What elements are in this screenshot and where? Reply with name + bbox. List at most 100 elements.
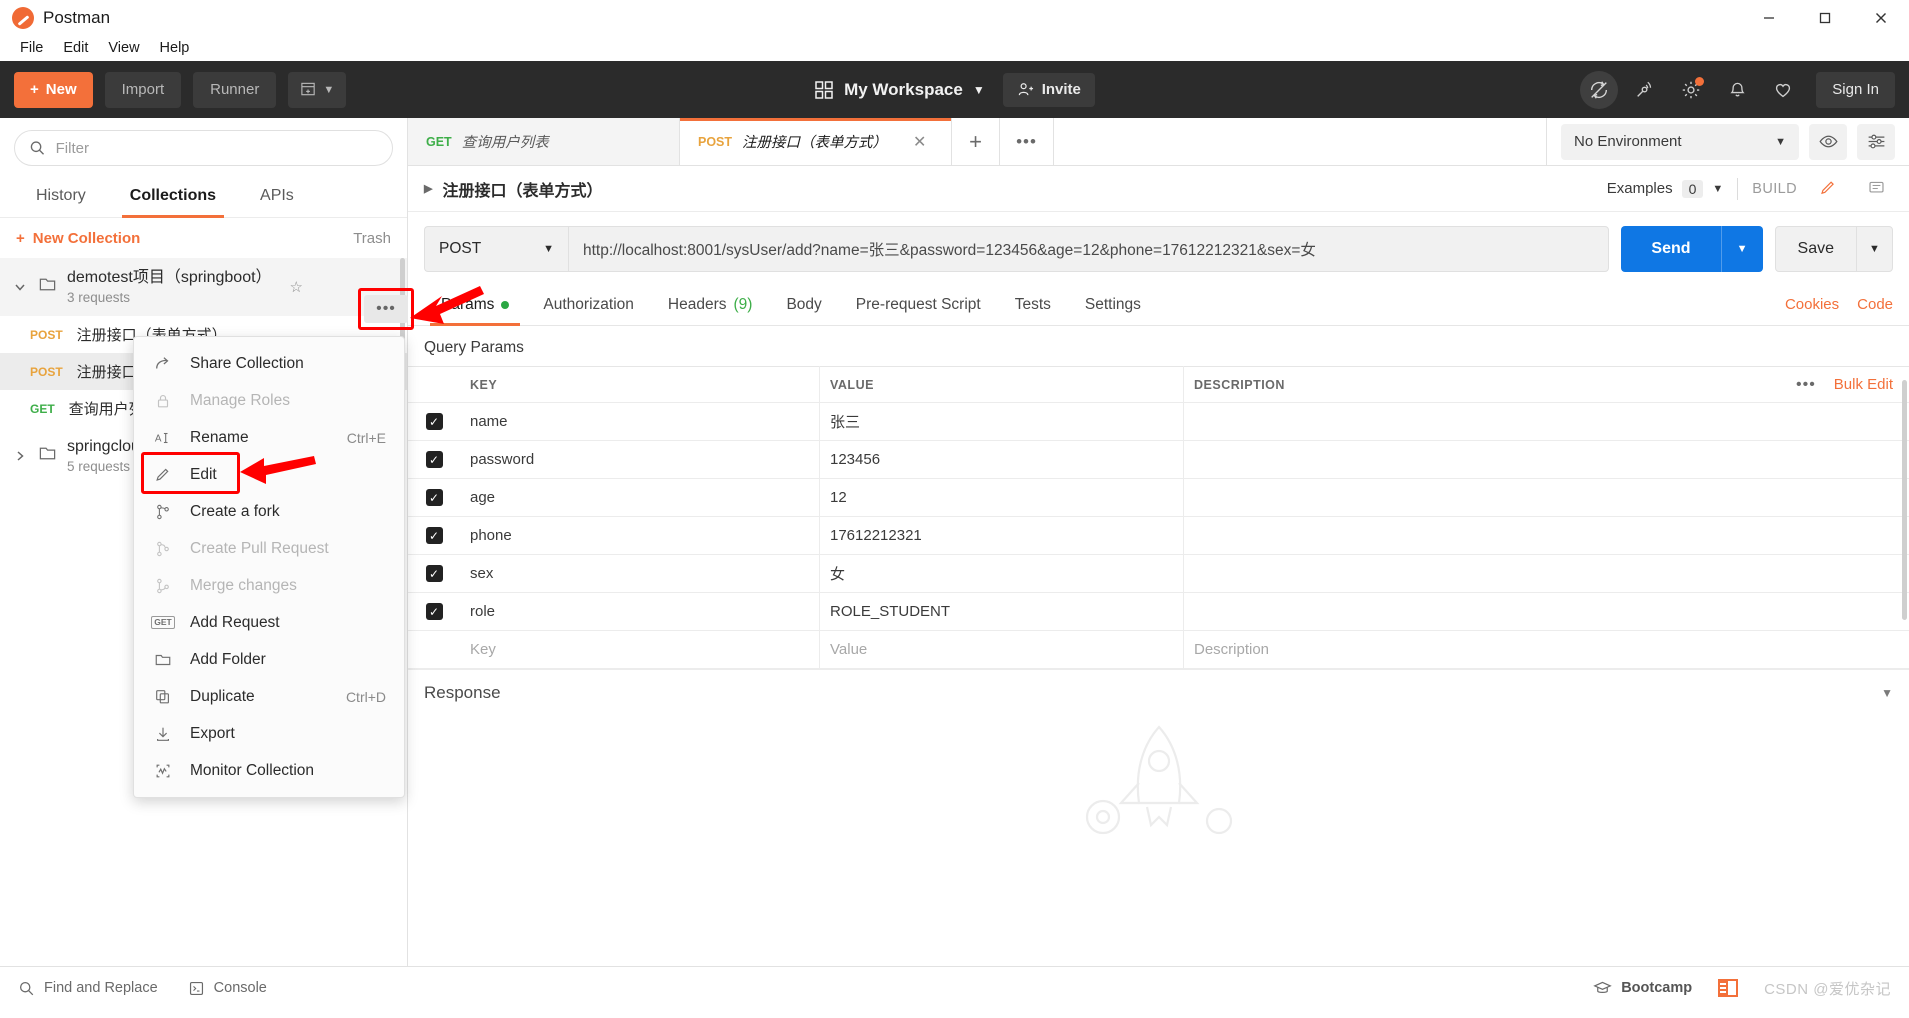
- checkbox-checked-icon[interactable]: ✓: [425, 451, 443, 468]
- build-label[interactable]: BUILD: [1752, 181, 1797, 197]
- param-description[interactable]: [1184, 593, 1909, 631]
- close-icon[interactable]: ✕: [913, 132, 926, 152]
- save-button[interactable]: Save ▼: [1774, 226, 1893, 272]
- param-description[interactable]: [1184, 517, 1909, 555]
- edit-pencil-icon[interactable]: [1811, 173, 1845, 205]
- row-checkbox-cell[interactable]: ✓: [408, 565, 460, 582]
- param-value[interactable]: 17612212321: [820, 516, 1184, 555]
- param-key[interactable]: phone: [460, 516, 820, 555]
- param-value[interactable]: 123456: [820, 440, 1184, 479]
- context-menu-item-rename[interactable]: A Rename Ctrl+E: [134, 419, 404, 456]
- chevron-right-icon[interactable]: [12, 449, 28, 463]
- invite-button[interactable]: Invite: [1002, 72, 1095, 107]
- console-button[interactable]: Console: [188, 980, 267, 997]
- search-input[interactable]: [55, 139, 378, 157]
- param-description-placeholder[interactable]: Description: [1184, 631, 1909, 669]
- param-key-placeholder[interactable]: Key: [460, 630, 820, 669]
- tab-authorization[interactable]: Authorization: [526, 284, 650, 326]
- new-collection-button[interactable]: + New Collection: [16, 230, 140, 247]
- main-scrollbar[interactable]: [1902, 380, 1907, 620]
- sidebar-tab-history[interactable]: History: [14, 174, 108, 218]
- param-key[interactable]: age: [460, 478, 820, 517]
- examples-selector[interactable]: Examples 0 ▼: [1607, 179, 1723, 198]
- table-row[interactable]: ✓ phone 17612212321: [408, 516, 1909, 555]
- add-tab-button[interactable]: +: [952, 118, 1000, 165]
- param-value[interactable]: 张三: [820, 402, 1184, 441]
- menu-file[interactable]: File: [10, 38, 53, 58]
- row-checkbox-cell[interactable]: ✓: [408, 527, 460, 544]
- param-description[interactable]: [1184, 441, 1909, 479]
- environment-selector[interactable]: No Environment ▼: [1561, 123, 1799, 160]
- context-menu-item-duplicate[interactable]: Duplicate Ctrl+D: [134, 678, 404, 715]
- tab-body[interactable]: Body: [769, 284, 838, 326]
- bulk-edit-link[interactable]: Bulk Edit: [1834, 376, 1893, 393]
- param-key[interactable]: name: [460, 402, 820, 441]
- filter-box[interactable]: [14, 130, 393, 166]
- menu-edit[interactable]: Edit: [53, 38, 98, 58]
- row-checkbox-cell[interactable]: ✓: [408, 451, 460, 468]
- tab-tests[interactable]: Tests: [998, 284, 1068, 326]
- cookies-link[interactable]: Cookies: [1785, 296, 1839, 313]
- sidebar-tab-apis[interactable]: APIs: [238, 174, 316, 218]
- checkbox-checked-icon[interactable]: ✓: [425, 603, 443, 620]
- trash-link[interactable]: Trash: [353, 230, 391, 247]
- table-row-empty[interactable]: Key Value Description: [408, 630, 1909, 669]
- menu-help[interactable]: Help: [150, 38, 200, 58]
- heart-icon[interactable]: [1764, 71, 1802, 109]
- context-menu-item-create-a-fork[interactable]: Create a fork: [134, 493, 404, 530]
- sidebar-tab-collections[interactable]: Collections: [108, 174, 238, 218]
- table-row[interactable]: ✓ sex 女: [408, 554, 1909, 593]
- param-key[interactable]: password: [460, 440, 820, 479]
- chevron-down-icon[interactable]: ▼: [1720, 226, 1763, 272]
- request-tab-get[interactable]: GET 查询用户列表: [408, 118, 680, 165]
- param-value[interactable]: 12: [820, 478, 1184, 517]
- param-value-placeholder[interactable]: Value: [820, 630, 1184, 669]
- bell-icon[interactable]: [1718, 71, 1756, 109]
- menu-view[interactable]: View: [98, 38, 149, 58]
- minimize-icon[interactable]: [1741, 0, 1797, 35]
- table-more-button[interactable]: •••: [1796, 376, 1816, 394]
- context-menu-item-add-request[interactable]: GET Add Request: [134, 604, 404, 641]
- close-icon[interactable]: [1853, 0, 1909, 35]
- method-selector[interactable]: POST ▼: [424, 226, 568, 272]
- table-row[interactable]: ✓ role ROLE_STUDENT: [408, 592, 1909, 631]
- param-description[interactable]: [1184, 403, 1909, 441]
- param-description[interactable]: [1184, 479, 1909, 517]
- row-checkbox-cell[interactable]: ✓: [408, 603, 460, 620]
- context-menu-item-add-folder[interactable]: Add Folder: [134, 641, 404, 678]
- maximize-icon[interactable]: [1797, 0, 1853, 35]
- table-row[interactable]: ✓ age 12: [408, 478, 1909, 517]
- find-and-replace-button[interactable]: Find and Replace: [18, 980, 158, 997]
- star-icon[interactable]: ☆: [290, 278, 303, 296]
- tab-pre-request-script[interactable]: Pre-request Script: [839, 284, 998, 326]
- row-checkbox-cell[interactable]: ✓: [408, 413, 460, 430]
- code-link[interactable]: Code: [1857, 296, 1893, 313]
- collection-item-demotest[interactable]: demotest项目（springboot） 3 requests ☆: [0, 258, 407, 316]
- tab-settings[interactable]: Settings: [1068, 284, 1158, 326]
- checkbox-checked-icon[interactable]: ✓: [425, 489, 443, 506]
- new-button[interactable]: + New: [14, 71, 93, 108]
- two-pane-icon[interactable]: [1718, 979, 1739, 997]
- comment-icon[interactable]: [1859, 173, 1893, 205]
- signin-button[interactable]: Sign In: [1816, 71, 1895, 108]
- tab-more-button[interactable]: •••: [1000, 118, 1054, 165]
- import-button[interactable]: Import: [104, 71, 182, 108]
- param-key[interactable]: role: [460, 592, 820, 631]
- param-description[interactable]: [1184, 555, 1909, 593]
- page-title-wrap[interactable]: ▶ 注册接口（表单方式）: [424, 177, 602, 201]
- gear-icon[interactable]: [1672, 71, 1710, 109]
- send-button[interactable]: Send ▼: [1621, 226, 1763, 272]
- table-row[interactable]: ✓ password 123456: [408, 440, 1909, 479]
- checkbox-checked-icon[interactable]: ✓: [425, 565, 443, 582]
- request-tab-post[interactable]: POST 注册接口（表单方式） ✕: [680, 118, 952, 165]
- param-value[interactable]: ROLE_STUDENT: [820, 592, 1184, 631]
- checkbox-checked-icon[interactable]: ✓: [425, 413, 443, 430]
- satellite-icon[interactable]: [1626, 71, 1664, 109]
- chevron-down-icon[interactable]: ▼: [1856, 227, 1892, 271]
- context-menu-item-monitor-collection[interactable]: Monitor Collection: [134, 752, 404, 789]
- row-checkbox-cell[interactable]: ✓: [408, 489, 460, 506]
- chevron-down-icon[interactable]: ▼: [1881, 686, 1893, 700]
- sync-off-icon[interactable]: [1580, 70, 1619, 109]
- context-menu-item-share-collection[interactable]: Share Collection: [134, 345, 404, 382]
- param-value[interactable]: 女: [820, 554, 1184, 593]
